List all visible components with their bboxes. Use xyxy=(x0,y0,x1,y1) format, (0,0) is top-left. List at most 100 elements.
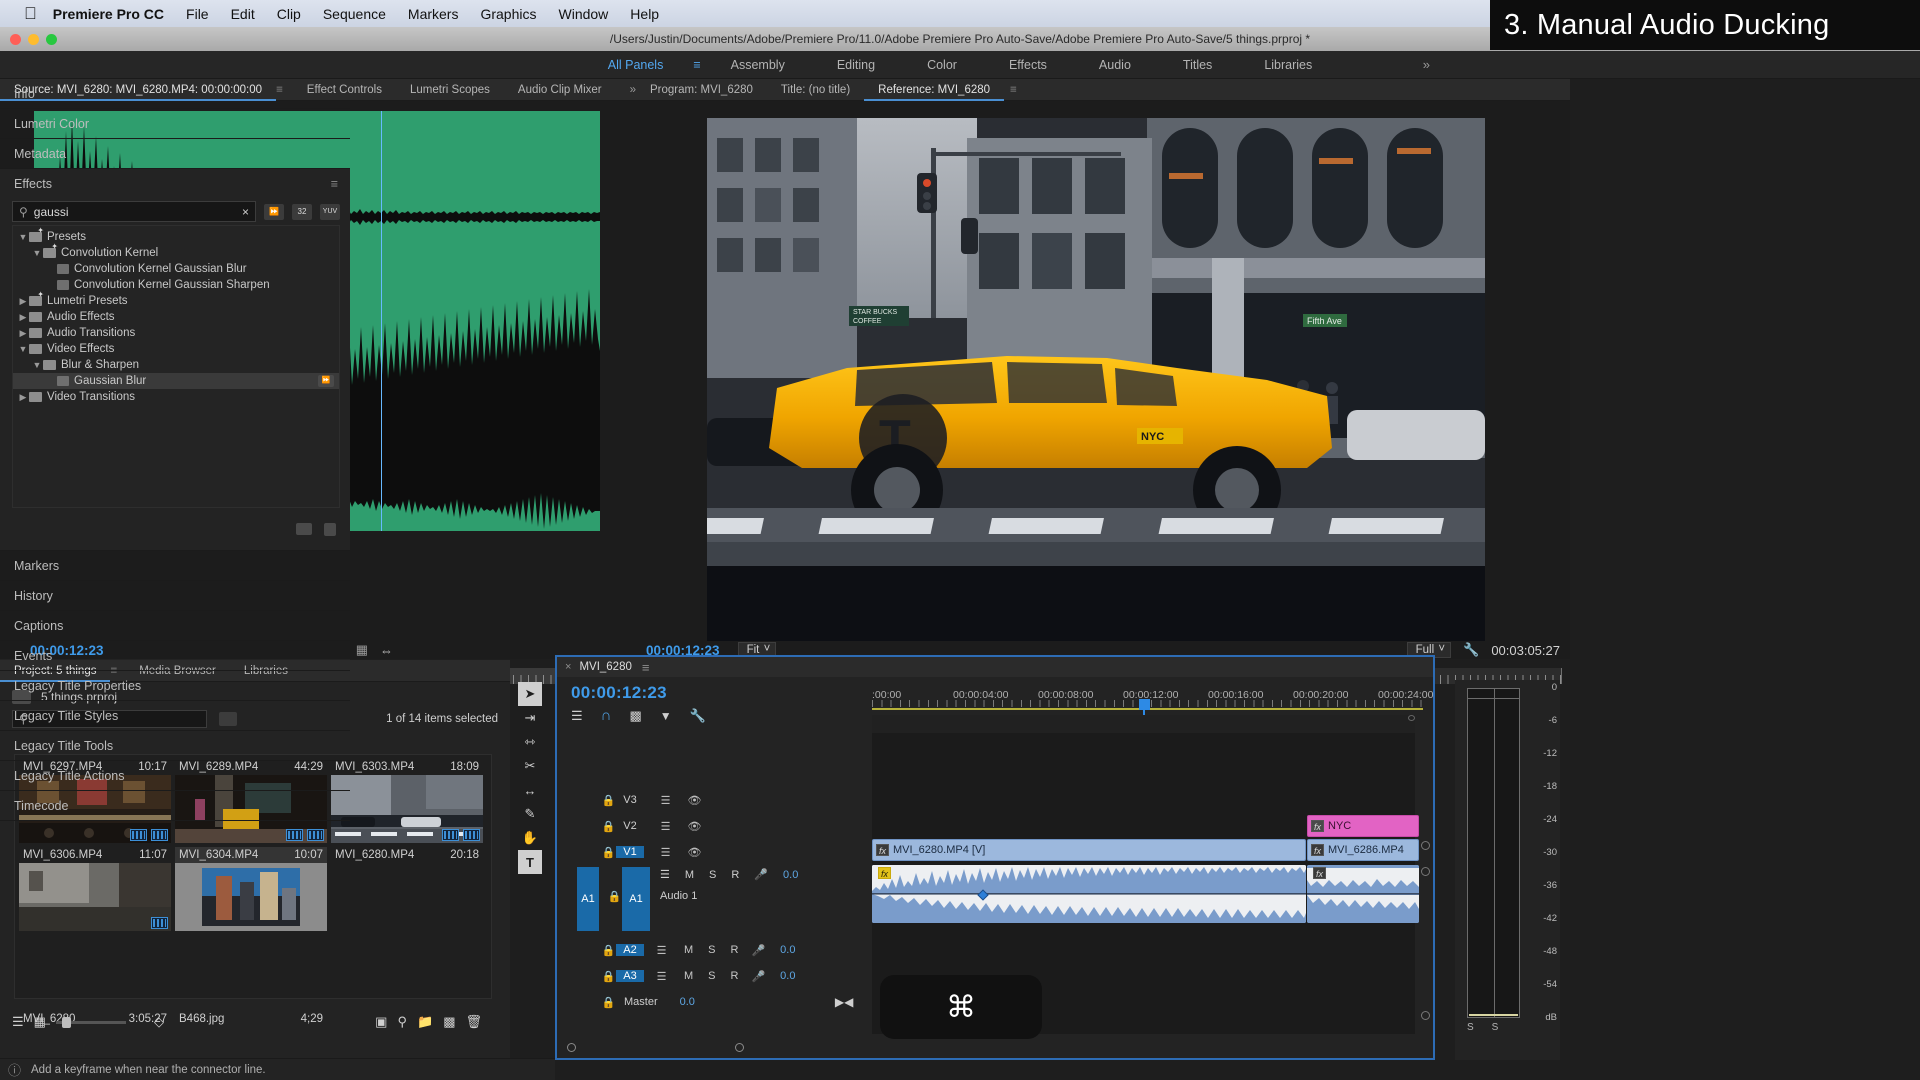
clear-icon[interactable]: × xyxy=(242,205,249,219)
tree-item-video-effects[interactable]: ▼ Video Effects xyxy=(13,341,339,357)
source-monitor-playhead[interactable] xyxy=(381,111,382,531)
list-item[interactable]: MVI_6306.MP4 11:07 xyxy=(19,847,171,931)
tree-item-video-transitions[interactable]: ▶ Video Transitions xyxy=(13,389,339,405)
minimize-button[interactable] xyxy=(28,33,39,45)
workspace-effects[interactable]: Effects xyxy=(983,58,1073,72)
mute-button[interactable]: M xyxy=(684,970,693,982)
sidebar-item-legacy-title-properties[interactable]: Legacy Title Properties xyxy=(0,671,350,701)
list-view-icon[interactable]: ☰ xyxy=(12,1014,24,1030)
maximize-button[interactable] xyxy=(46,33,57,45)
app-name-menu[interactable]: Premiere Pro CC xyxy=(53,6,164,22)
tree-item-gaussian-blur[interactable]: Gaussian Blur ⏩ xyxy=(13,373,339,389)
clip-audio-2[interactable]: fx xyxy=(1307,865,1419,923)
tree-item-ck-gaussian-blur[interactable]: Convolution Kernel Gaussian Blur xyxy=(13,261,339,277)
clip-audio-1[interactable]: fx xyxy=(872,865,1306,923)
clip-handle-a[interactable] xyxy=(1421,867,1430,876)
master-meter-icon[interactable]: ▶◀ xyxy=(835,995,853,1009)
freeform-view-icon[interactable]: ▣ xyxy=(375,1014,387,1030)
tree-item-audio-transitions[interactable]: ▶ Audio Transitions xyxy=(13,325,339,341)
zoom-handle-right[interactable] xyxy=(735,1043,744,1052)
clip-nyc-title[interactable]: fx NYC xyxy=(1307,815,1419,837)
sync-lock-icon[interactable]: ☰ xyxy=(654,969,669,984)
track-name-a1[interactable]: A1 xyxy=(622,867,650,931)
workspace-libraries[interactable]: Libraries xyxy=(1238,58,1338,72)
tree-item-convolution-kernel[interactable]: ▼ Convolution Kernel xyxy=(13,242,339,261)
record-button[interactable]: R xyxy=(731,869,739,881)
tab-reference[interactable]: Reference: MVI_6280 xyxy=(864,79,1005,101)
workspace-audio[interactable]: Audio xyxy=(1073,58,1157,72)
track-name-v2[interactable]: V2 xyxy=(616,820,644,832)
tree-item-audio-effects[interactable]: ▶ Audio Effects xyxy=(13,309,339,325)
32-bit-icon[interactable]: 32 xyxy=(292,203,312,220)
menu-help[interactable]: Help xyxy=(630,6,659,22)
slip-tool[interactable]: ↔ xyxy=(518,778,542,802)
linked-selection-icon[interactable]: ▩ xyxy=(629,708,641,724)
effects-tree[interactable]: ▼ Presets ▼ Convolution Kernel Convoluti… xyxy=(12,225,340,508)
a3-volume-value[interactable]: 0.0 xyxy=(780,970,795,982)
source-settings-icon[interactable]: ▦ xyxy=(356,642,368,658)
chevron-down-icon[interactable]: ▼ xyxy=(17,232,29,242)
list-item[interactable]: MVI_6304.MP4 10:07 xyxy=(175,847,327,931)
clip-handle-v[interactable] xyxy=(1421,841,1430,850)
new-item-icon[interactable]: ▩ xyxy=(443,1014,455,1030)
mute-button[interactable]: M xyxy=(685,869,694,881)
workspace-all-panels[interactable]: All Panels xyxy=(582,58,690,72)
mic-icon[interactable]: 🎤 xyxy=(754,868,768,881)
zoom-slider-handle[interactable] xyxy=(61,1016,71,1028)
effects-panel-menu-icon[interactable]: ≡ xyxy=(331,177,338,191)
meter-solo-left[interactable]: S xyxy=(1467,1022,1474,1033)
sidebar-item-captions[interactable]: Captions xyxy=(0,611,350,641)
timeline-panel-menu-icon[interactable]: ≡ xyxy=(642,660,650,675)
snap-icon[interactable]: ∩ xyxy=(601,707,612,724)
sync-lock-icon[interactable]: ☰ xyxy=(658,819,673,834)
delete-icon[interactable]: 🗑 xyxy=(465,1014,482,1030)
list-item[interactable]: MVI_6303.MP4 18:09 xyxy=(331,759,483,843)
sync-lock-icon[interactable]: ☰ xyxy=(658,845,673,860)
sidebar-item-info[interactable]: Info xyxy=(0,79,350,109)
close-icon[interactable]: × xyxy=(565,661,571,673)
delete-icon[interactable] xyxy=(324,523,336,536)
yuv-icon[interactable]: YUV xyxy=(320,203,340,220)
track-name-v1[interactable]: V1 xyxy=(616,846,644,858)
chevron-right-icon[interactable]: ▶ xyxy=(17,296,29,307)
workspace-menu-icon[interactable]: ≡ xyxy=(689,58,704,72)
workspace-assembly[interactable]: Assembly xyxy=(705,58,811,72)
accelerated-effect-icon[interactable]: ⏩ xyxy=(264,203,284,220)
sidebar-item-lumetri-color[interactable]: Lumetri Color xyxy=(0,109,350,139)
lock-icon[interactable]: 🔒 xyxy=(601,793,616,808)
apple-logo-icon[interactable]:  xyxy=(24,5,37,22)
workspace-editing[interactable]: Editing xyxy=(811,58,901,72)
close-button[interactable] xyxy=(10,33,21,45)
razor-tool[interactable]: ✂ xyxy=(518,754,542,778)
tab-title[interactable]: Title: (no title) xyxy=(767,79,864,101)
tree-item-blur-sharpen[interactable]: ▼ Blur & Sharpen xyxy=(13,357,339,373)
tab-program[interactable]: Program: MVI_6280 xyxy=(636,79,767,101)
tab-audio-clip-mixer[interactable]: Audio Clip Mixer xyxy=(504,79,616,101)
timeline-playhead-time[interactable]: 00:00:12:23 xyxy=(571,683,667,703)
tree-item-ck-gaussian-sharpen[interactable]: Convolution Kernel Gaussian Sharpen xyxy=(13,277,339,293)
type-tool[interactable]: T xyxy=(518,850,542,874)
chevron-down-icon[interactable]: ▼ xyxy=(31,360,43,370)
lock-icon[interactable]: 🔒 xyxy=(607,889,622,904)
selection-tool[interactable]: ➤ xyxy=(518,682,542,706)
eye-icon[interactable]: 👁 xyxy=(687,845,702,860)
chevron-down-icon[interactable]: ▼ xyxy=(17,344,29,354)
mute-button[interactable]: M xyxy=(684,944,693,956)
eye-icon[interactable]: 👁 xyxy=(687,793,702,808)
source-multicam-icon[interactable]: ⇔ xyxy=(380,643,393,658)
track-name-v3[interactable]: V3 xyxy=(616,794,644,806)
sidebar-item-legacy-title-styles[interactable]: Legacy Title Styles xyxy=(0,701,350,731)
timeline-zoom-scrollbar[interactable] xyxy=(567,1043,1415,1052)
chevron-right-icon[interactable]: ▶ xyxy=(17,328,29,339)
sync-lock-icon[interactable]: ☰ xyxy=(658,793,673,808)
sidebar-item-history[interactable]: History xyxy=(0,581,350,611)
lock-icon[interactable]: 🔒 xyxy=(601,995,616,1010)
timeline-sequence-tab[interactable]: MVI_6280 xyxy=(579,661,631,673)
ripple-edit-tool[interactable]: ⇿ xyxy=(518,730,542,754)
menu-clip[interactable]: Clip xyxy=(277,6,301,22)
chevron-down-icon[interactable]: ▼ xyxy=(31,248,43,258)
list-item[interactable]: MVI_6280.MP4 20:18 xyxy=(331,847,483,931)
sidebar-item-markers[interactable]: Markers xyxy=(0,551,350,581)
sidebar-item-events[interactable]: Events xyxy=(0,641,350,671)
meter-solo-right[interactable]: S xyxy=(1492,1022,1499,1033)
